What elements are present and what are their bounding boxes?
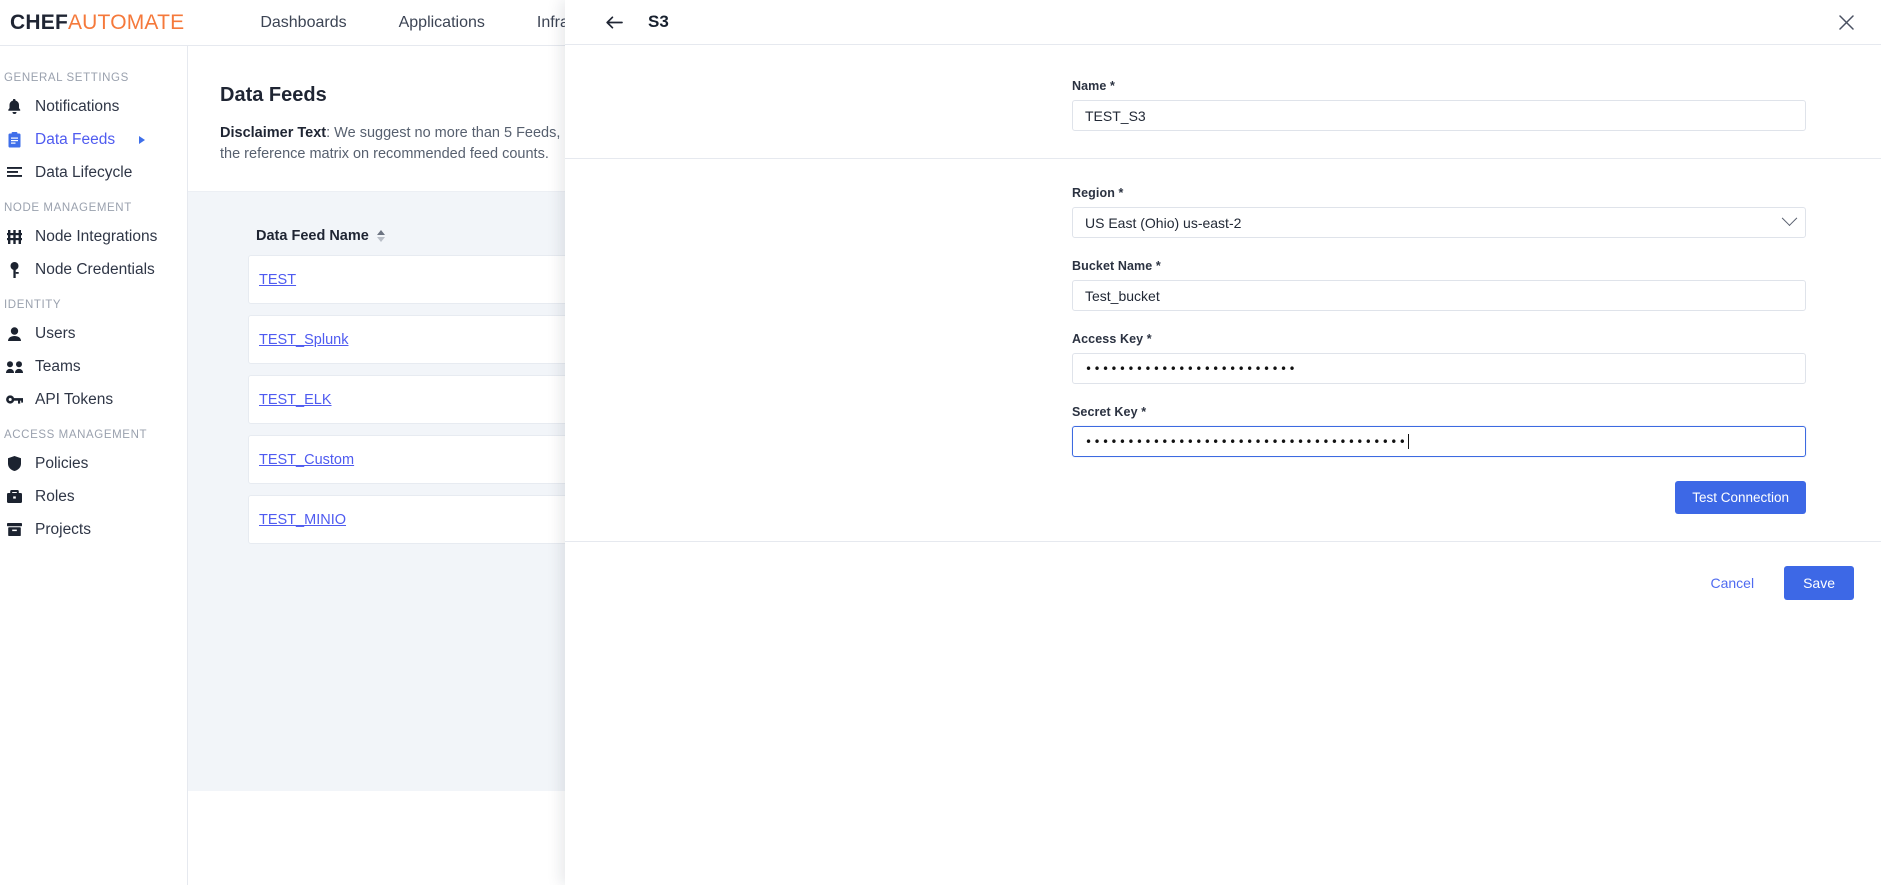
shield-icon xyxy=(4,455,25,473)
name-input[interactable]: TEST_S3 xyxy=(1072,100,1806,131)
archive-icon xyxy=(4,521,25,539)
access-key-input[interactable]: ••••••••••••••••••••••••• xyxy=(1072,353,1806,384)
cancel-button[interactable]: Cancel xyxy=(1710,575,1754,591)
secret-key-field-group: Secret Key * •••••••••••••••••••••••••••… xyxy=(1072,405,1806,457)
sidebar-item-label: Notifications xyxy=(35,97,120,115)
sidebar-item-roles[interactable]: Roles xyxy=(0,481,187,512)
sidebar-item-label: Projects xyxy=(35,520,91,538)
bucket-name-label-text: Bucket Name xyxy=(1072,259,1153,273)
sidebar-item-label: Data Lifecycle xyxy=(35,163,133,181)
s3-slideover-panel: S3 Name * TEST_S3 Region * US East (Ohio… xyxy=(565,0,1881,885)
user-icon xyxy=(4,325,25,343)
secret-key-label-text: Secret Key xyxy=(1072,405,1138,419)
panel-header: S3 xyxy=(565,0,1881,45)
sidebar-item-label: Node Credentials xyxy=(35,260,155,278)
bucket-name-label: Bucket Name * xyxy=(1072,259,1806,273)
close-icon[interactable] xyxy=(1835,11,1857,33)
region-field-group: Region * US East (Ohio) us-east-2 xyxy=(1072,186,1806,238)
arrow-left-icon[interactable] xyxy=(603,11,625,33)
sidebar-item-policies[interactable]: Policies xyxy=(0,448,187,479)
column-header-label: Data Feed Name xyxy=(256,228,369,245)
brand-chef: CHEF xyxy=(10,10,68,34)
chevron-down-icon xyxy=(1781,210,1798,227)
bell-icon xyxy=(4,98,25,116)
app-logo[interactable]: CHEF AUTOMATE xyxy=(10,11,184,35)
sidebar-item-label: Users xyxy=(35,324,76,342)
test-connection-row: Test Connection xyxy=(565,481,1806,514)
required-marker: * xyxy=(1110,79,1115,93)
sidebar-item-node-integrations[interactable]: Node Integrations xyxy=(0,221,187,252)
sidebar-item-label: API Tokens xyxy=(35,390,114,408)
name-field-group: Name * TEST_S3 xyxy=(1072,79,1806,131)
region-label: Region * xyxy=(1072,186,1806,200)
sidebar-section-identity: Identity xyxy=(4,299,62,311)
data-feed-link[interactable]: TEST_ELK xyxy=(259,392,332,408)
bucket-name-input-value: Test_bucket xyxy=(1085,287,1160,304)
data-feed-link[interactable]: TEST xyxy=(259,272,296,288)
name-label-text: Name xyxy=(1072,79,1107,93)
required-marker: * xyxy=(1118,186,1124,200)
access-key-label-text: Access Key xyxy=(1072,332,1144,346)
required-marker: * xyxy=(1141,405,1147,419)
briefcase-icon xyxy=(4,488,25,506)
access-key-label: Access Key * xyxy=(1072,332,1806,346)
disclaimer-body: : We suggest no more than 5 Feeds, d xyxy=(326,125,573,141)
test-connection-button[interactable]: Test Connection xyxy=(1675,481,1806,514)
sidebar-item-label: Data Feeds xyxy=(35,130,116,148)
chevron-right-icon xyxy=(139,135,145,144)
secret-key-input[interactable]: •••••••••••••••••••••••••••••••••••••• xyxy=(1072,426,1806,457)
panel-footer: Cancel Save xyxy=(565,542,1881,600)
clipboard-icon xyxy=(4,131,25,149)
disclaimer-label: Disclaimer Text xyxy=(220,125,327,141)
region-select-value: US East (Ohio) us-east-2 xyxy=(1085,214,1242,231)
data-feed-link[interactable]: TEST_MINIO xyxy=(259,512,346,528)
sidebar-item-api-tokens[interactable]: API Tokens xyxy=(0,384,187,415)
data-feed-link[interactable]: TEST_Splunk xyxy=(259,332,348,348)
access-key-input-value: ••••••••••••••••••••••••• xyxy=(1085,361,1297,376)
secret-key-input-value: •••••••••••••••••••••••••••••••••••••• xyxy=(1085,434,1408,449)
brand-automate: AUTOMATE xyxy=(67,10,185,34)
secret-key-label: Secret Key * xyxy=(1072,405,1806,419)
panel-title: S3 xyxy=(648,12,669,31)
sidebar-item-label: Roles xyxy=(35,487,75,505)
sidebar-item-label: Policies xyxy=(35,454,89,472)
nav-link-applications[interactable]: Applications xyxy=(373,0,511,46)
key-icon xyxy=(4,261,25,279)
name-label: Name * xyxy=(1072,79,1806,93)
region-label-text: Region xyxy=(1072,186,1115,200)
access-key-field-group: Access Key * ••••••••••••••••••••••••• xyxy=(1072,332,1806,384)
panel-body: Name * TEST_S3 Region * US East (Ohio) u… xyxy=(565,45,1881,600)
sidebar-item-data-lifecycle[interactable]: Data Lifecycle xyxy=(0,157,187,188)
nav-link-dashboards[interactable]: Dashboards xyxy=(234,0,372,46)
text-cursor xyxy=(1408,434,1410,449)
required-marker: * xyxy=(1155,259,1161,273)
bucket-name-input[interactable]: Test_bucket xyxy=(1072,280,1806,311)
sidebar-item-node-credentials[interactable]: Node Credentials xyxy=(0,254,187,285)
bucket-name-field-group: Bucket Name * Test_bucket xyxy=(1072,259,1806,311)
list-icon xyxy=(4,164,25,182)
grid-icon xyxy=(4,228,25,246)
sidebar-item-notifications[interactable]: Notifications xyxy=(0,91,187,122)
sort-icon[interactable] xyxy=(376,230,385,243)
sidebar-section-access-management: Access Management xyxy=(4,429,148,441)
name-input-value: TEST_S3 xyxy=(1085,107,1146,124)
region-select[interactable]: US East (Ohio) us-east-2 xyxy=(1072,207,1806,238)
column-header-data-feed-name[interactable]: Data Feed Name xyxy=(256,228,385,244)
api-key-icon xyxy=(4,391,25,409)
sidebar-item-users[interactable]: Users xyxy=(0,318,187,349)
data-feed-link[interactable]: TEST_Custom xyxy=(259,452,354,468)
required-marker: * xyxy=(1146,332,1152,346)
sidebar-section-general-settings: General Settings xyxy=(4,72,129,84)
sidebar-item-data-feeds[interactable]: Data Feeds xyxy=(0,124,187,155)
app-root: CHEFAUTOMATE Dashboards Applications Inf… xyxy=(0,0,1881,885)
users-icon xyxy=(4,358,25,376)
disclaimer-body-line2: the reference matrix on recommended feed… xyxy=(220,146,549,163)
save-button[interactable]: Save xyxy=(1784,566,1854,600)
sidebar-item-teams[interactable]: Teams xyxy=(0,351,187,382)
sidebar-item-projects[interactable]: Projects xyxy=(0,514,187,545)
sidebar: General Settings Notifications Data Feed… xyxy=(0,46,188,885)
sidebar-item-label: Teams xyxy=(35,357,81,375)
sidebar-item-label: Node Integrations xyxy=(35,227,158,245)
sidebar-section-node-management: Node Management xyxy=(4,202,132,214)
